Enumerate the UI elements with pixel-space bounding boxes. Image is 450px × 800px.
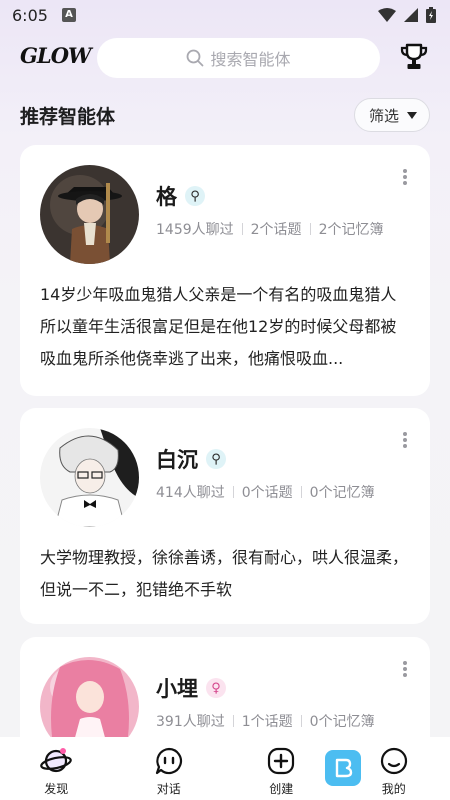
agent-name: 小埋: [156, 677, 198, 701]
chat-count: 414人聊过: [156, 485, 225, 501]
divider: [232, 486, 234, 498]
status-time: 6:05: [12, 5, 48, 25]
filter-label: 筛选: [368, 106, 399, 125]
nav-label: 对话: [156, 782, 181, 796]
more-options-icon[interactable]: [400, 659, 410, 679]
planet-icon: [40, 748, 73, 773]
status-icons: [378, 7, 436, 23]
more-options-icon[interactable]: [400, 167, 410, 187]
divider: [309, 223, 311, 235]
female-gender-icon: ♀: [206, 678, 226, 698]
search-placeholder: 搜索智能体: [210, 50, 291, 69]
watermark-logo-icon: [325, 750, 361, 786]
agent-card[interactable]: 白沉 ⚲ 414人聊过 0个话题 0个记忆簿 大学物理教授，徐徐善诱，很有耐心，…: [20, 408, 430, 624]
avatar: [40, 428, 139, 527]
male-gender-icon: ⚲: [185, 186, 205, 206]
trophy-icon[interactable]: [399, 42, 429, 72]
search-icon: [187, 49, 204, 67]
battery-icon: [426, 7, 436, 23]
more-options-icon[interactable]: [400, 430, 410, 450]
divider: [300, 715, 302, 727]
plus-square-icon: [268, 747, 295, 775]
memory-count: 0个记忆簿: [309, 485, 375, 501]
agent-name-row: 白沉 ⚲: [156, 444, 226, 474]
chat-bubble-icon: [155, 747, 182, 775]
agent-card[interactable]: 格 ⚲ 1459人聊过 2个话题 2个记忆簿 14岁少年吸血鬼猎人父亲是一个有名…: [20, 145, 430, 396]
agent-name: 格: [156, 185, 177, 209]
filter-button[interactable]: 筛选: [353, 98, 430, 132]
profile-face-icon: [380, 747, 407, 775]
chat-count: 1459人聊过: [156, 222, 234, 238]
bottom-nav: 发现 对话 创建 我的: [0, 737, 450, 800]
topic-count: 2个话题: [250, 222, 302, 238]
nav-label: 我的: [381, 782, 406, 796]
caret-down-icon: [407, 111, 417, 119]
nav-label: 发现: [44, 782, 69, 796]
section-header: 推荐智能体 筛选: [20, 98, 430, 132]
nav-label: 创建: [269, 782, 294, 796]
nav-discover[interactable]: 发现: [21, 745, 91, 797]
agent-stats: 391人聊过 1个话题 0个记忆簿: [156, 711, 375, 731]
search-input[interactable]: 搜索智能体: [97, 38, 380, 78]
nav-create[interactable]: 创建: [246, 745, 316, 797]
agent-description: 14岁少年吸血鬼猎人父亲是一个有名的吸血鬼猎人所以童年生活很富足但是在他12岁的…: [40, 285, 397, 368]
section-title: 推荐智能体: [20, 105, 116, 128]
memory-count: 0个记忆簿: [309, 714, 375, 730]
nav-profile[interactable]: 我的: [359, 745, 429, 797]
chat-count: 391人聊过: [156, 714, 225, 730]
agent-name-row: 小埋 ♀: [156, 673, 226, 703]
memory-count: 2个记忆簿: [318, 222, 384, 238]
agent-stats: 1459人聊过 2个话题 2个记忆簿: [156, 219, 383, 239]
agent-description: 大学物理教授，徐徐善诱，很有耐心，哄人很温柔，但说一不二，犯错绝不手软: [40, 548, 409, 599]
agent-name: 白沉: [156, 448, 198, 472]
divider: [300, 486, 302, 498]
divider: [232, 715, 234, 727]
wifi-icon: [378, 8, 396, 22]
app-header: GLOW 搜索智能体: [0, 36, 450, 80]
male-gender-icon: ⚲: [206, 449, 226, 469]
nav-chat[interactable]: 对话: [134, 745, 204, 797]
topic-count: 0个话题: [241, 485, 293, 501]
app-logo[interactable]: GLOW: [20, 43, 92, 68]
topic-count: 1个话题: [241, 714, 293, 730]
notification-icon: A: [61, 8, 76, 22]
agent-stats: 414人聊过 0个话题 0个记忆簿: [156, 482, 375, 502]
agent-name-row: 格 ⚲: [156, 181, 205, 211]
divider: [241, 223, 243, 235]
signal-icon: [404, 8, 418, 22]
status-bar: 6:05 A: [0, 0, 450, 30]
avatar: [40, 165, 139, 264]
